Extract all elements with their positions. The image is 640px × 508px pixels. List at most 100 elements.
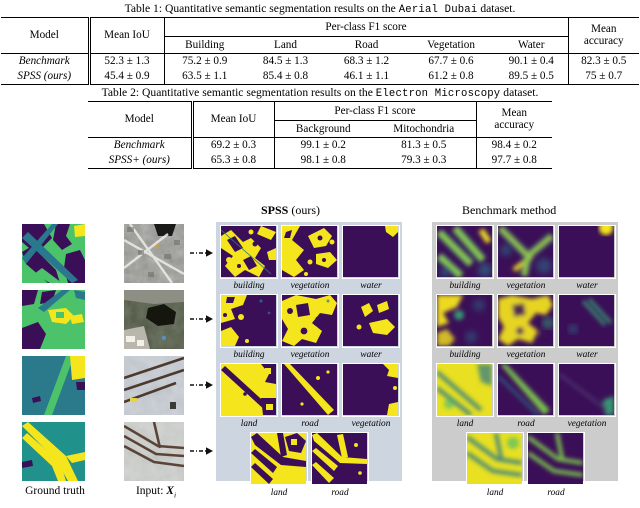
benchmark-label-r3c3: vegetation: [567, 419, 607, 429]
table1-header-mean-accuracy-line2: accuracy: [583, 35, 624, 48]
spss-label-r1c3: water: [360, 281, 382, 291]
arrow-icon-row3: [190, 381, 213, 389]
table1-row1-mean-iou: 45.4 ± 0.9: [87, 68, 164, 85]
table2-caption-pre: Table 2: Quantitative semantic segmentat…: [101, 86, 376, 99]
table2-row1-model: SPSS+ (ours): [88, 152, 192, 169]
arrow-icon-row4: [190, 447, 213, 455]
table2-header-mean-iou: Mean IoU: [190, 100, 274, 138]
table1-subheader-building: Building: [163, 36, 245, 54]
table2-subheader-mitochondria: Mitochondria: [372, 120, 476, 138]
spss-tile-r3c2: [281, 363, 339, 417]
table1-row1-mean-accuracy: 75 ± 0.7: [567, 68, 639, 85]
spss-tile-r1c2: [281, 225, 339, 279]
spss-label-r3c3: vegetation: [351, 419, 391, 429]
table1-section: Table 1: Quantitative semantic segmentat…: [0, 2, 640, 85]
benchmark-label-r2c2: vegetation: [506, 350, 546, 360]
table2-row0-background: 99.1 ± 0.2: [273, 137, 372, 153]
spss-label-r2c3: water: [360, 350, 382, 360]
table1-subheader-land: Land: [245, 36, 326, 54]
benchmark-label-r3c2: road: [517, 419, 535, 429]
benchmark-label-r4c2: road: [547, 488, 565, 498]
spss-tile-r3c1: [220, 363, 278, 417]
table1-row0-mean-accuracy: 82.3 ± 0.5: [567, 53, 639, 69]
benchmark-tile-r3c2: [497, 363, 555, 417]
spss-label-r4c1: land: [270, 488, 288, 498]
ground-truth-tile-row2: [22, 290, 85, 349]
benchmark-tile-r3c3: [558, 363, 616, 417]
ground-truth-tile-row1: [22, 224, 85, 283]
table1-row0-land: 84.5 ± 1.3: [262, 55, 309, 68]
benchmark-label-r1c3: water: [576, 281, 598, 291]
table2-row1-mean-accuracy: 97.7 ± 0.8: [475, 152, 552, 169]
table2-header-row-1: Model Mean IoU Per-class F1 score Mean a…: [88, 100, 552, 138]
table-row: Benchmark 52.3 ± 1.3 75.2 ± 0.9 84.5 ± 1…: [1, 53, 639, 69]
spss-tile-r4c1: [250, 432, 308, 486]
table1-row0-model: Benchmark: [18, 55, 70, 68]
table2-header-mean-accuracy-line2: accuracy: [494, 119, 535, 132]
input-tile-row2: [124, 290, 184, 349]
table2-row1-mitochondria: 79.3 ± 0.3: [372, 152, 476, 169]
table1-caption-pre: Table 1: Quantitative semantic segmentat…: [124, 2, 399, 15]
benchmark-tile-r4c1: [466, 432, 524, 486]
benchmark-tile-r4c2: [527, 432, 585, 486]
benchmark-label-r2c1: building: [449, 350, 481, 360]
table1-row1-model: SPSS (ours): [1, 68, 89, 85]
table1: Model Mean IoU Per-class F1 score Mean a…: [1, 16, 639, 85]
table1-row1-building: 63.5 ± 1.1: [163, 68, 245, 85]
table1-row0-building: 75.2 ± 0.9: [163, 53, 245, 69]
ground-truth-tile-row3: [22, 356, 85, 415]
table2-header-group-f1: Per-class F1 score: [273, 100, 476, 121]
ground-truth-tile-row4: [22, 422, 85, 481]
table2-header-model: Model: [88, 100, 192, 138]
table2-caption-dataset: Electron Microscopy: [375, 88, 501, 100]
table2-row0-mean-accuracy: 98.4 ± 0.2: [475, 137, 552, 153]
table1-caption-dataset: Aerial Dubai: [398, 4, 478, 16]
table2-section: Table 2: Quantitative semantic segmentat…: [0, 86, 640, 169]
spss-label-r4c2: road: [331, 488, 349, 498]
spss-tile-r1c3: [342, 225, 400, 279]
table1-header-mean-accuracy: Mean accuracy: [567, 16, 639, 54]
spss-label-r3c1: land: [240, 419, 258, 429]
benchmark-label-r4c1: land: [486, 488, 504, 498]
table2-row0-mean-iou: 69.2 ± 0.3: [190, 137, 274, 153]
spss-label-r1c1: building: [233, 281, 265, 291]
figure-title-spss: SPSS (ours): [261, 203, 320, 218]
input-symbol: X: [166, 485, 174, 497]
spss-tile-r3c3: [342, 363, 400, 417]
table2-caption-post: dataset.: [500, 86, 539, 99]
table2-row0-mitochondria: 81.3 ± 0.5: [401, 139, 447, 152]
spss-tile-r2c3: [342, 294, 400, 348]
table1-row1-land: 85.4 ± 0.8: [245, 68, 326, 85]
spss-label-r3c2: road: [301, 419, 319, 429]
table1-row0-mean-iou: 52.3 ± 1.3: [87, 53, 164, 69]
table2-header-mean-accuracy-line1: Mean: [501, 107, 527, 120]
benchmark-tile-r2c2: [497, 294, 555, 348]
input-column-label: Input: Xi: [110, 485, 202, 499]
input-column-label-text: Input:: [135, 485, 167, 497]
benchmark-tile-r1c1: [436, 225, 494, 279]
qualitative-results-figure: SPSS (ours) Benchmark method Ground trut…: [0, 198, 640, 508]
table2-row1-mean-iou: 65.3 ± 0.8: [190, 152, 274, 169]
benchmark-label-r1c1: building: [449, 281, 481, 291]
table2-caption: Table 2: Quantitative semantic segmentat…: [0, 86, 640, 101]
table1-subheader-water: Water: [495, 36, 568, 54]
benchmark-tile-r1c3: [558, 225, 616, 279]
spss-tile-r2c1: [220, 294, 278, 348]
table1-caption-post: dataset.: [477, 2, 516, 15]
benchmark-tile-r2c3: [558, 294, 616, 348]
input-tile-row4: [124, 422, 184, 481]
input-tile-row1: [124, 224, 184, 283]
table1-header-model: Model: [1, 16, 89, 54]
table1-header-mean-accuracy-line1: Mean: [591, 23, 617, 36]
table2-row0-model: Benchmark: [113, 139, 165, 152]
spss-tile-r4c2: [311, 432, 369, 486]
benchmark-tile-r1c2: [497, 225, 555, 279]
table1-row1-water: 89.5 ± 0.5: [495, 68, 568, 85]
input-tile-row3: [124, 356, 184, 415]
ground-truth-column-label: Ground truth: [25, 485, 85, 497]
table-row: SPSS (ours) 45.4 ± 0.9 63.5 ± 1.1 85.4 ±…: [1, 68, 639, 85]
table2: Model Mean IoU Per-class F1 score Mean a…: [88, 100, 552, 169]
figure-title-spss-rest: (ours): [288, 203, 321, 217]
table1-subheader-road: Road: [326, 36, 407, 54]
benchmark-tile-r3c1: [436, 363, 494, 417]
